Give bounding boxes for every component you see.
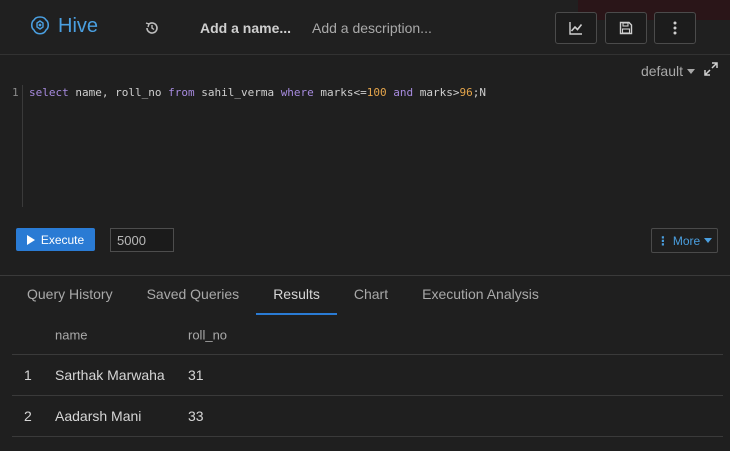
editor-gutter: 1 xyxy=(10,85,23,207)
execute-button-label: Execute xyxy=(40,232,85,247)
sql-text: ;N xyxy=(472,86,487,99)
sql-keyword: and xyxy=(393,86,414,99)
hive-logo-icon xyxy=(30,16,50,35)
save-button[interactable] xyxy=(605,12,647,44)
sql-keyword: where xyxy=(280,86,314,99)
sql-number: 100 xyxy=(366,86,387,99)
more-button-label: More xyxy=(672,233,701,248)
sql-text: sahil_verma xyxy=(194,86,281,99)
tab-execution-analysis[interactable]: Execution Analysis xyxy=(405,276,556,313)
top-bar: Hive Add a name... Add a description... xyxy=(0,0,730,55)
query-description-field[interactable]: Add a description... xyxy=(312,20,432,36)
tab-results[interactable]: Results xyxy=(256,276,337,315)
cell-name: Sarthak Marwaha xyxy=(55,367,165,383)
line-number: 1 xyxy=(12,86,19,99)
column-header-name[interactable]: name xyxy=(55,328,88,343)
database-selector-label: default xyxy=(640,63,683,79)
history-icon[interactable] xyxy=(144,20,160,36)
sql-text: marks> xyxy=(413,86,460,99)
sql-text: name, roll_no xyxy=(68,86,169,99)
table-row[interactable]: 1 Sarthak Marwaha 31 xyxy=(12,355,723,396)
sql-keyword: select xyxy=(29,86,69,99)
sql-query-text[interactable]: select name, roll_no from sahil_verma wh… xyxy=(29,86,486,99)
tab-saved-queries[interactable]: Saved Queries xyxy=(130,276,257,313)
play-icon xyxy=(26,234,35,245)
results-table: name roll_no 1 Sarthak Marwaha 31 2 Aada… xyxy=(12,316,723,437)
database-selector[interactable]: default xyxy=(641,63,695,79)
app-brand[interactable]: Hive xyxy=(28,14,98,38)
tab-query-history[interactable]: Query History xyxy=(10,276,130,313)
sql-text: marks<= xyxy=(313,86,367,99)
caret-down-icon xyxy=(687,68,695,74)
chart-button[interactable] xyxy=(555,12,597,44)
more-vertical-icon xyxy=(673,21,677,35)
execute-button[interactable]: Execute xyxy=(16,228,95,251)
table-header-row: name roll_no xyxy=(12,316,723,355)
row-limit-input[interactable] xyxy=(110,228,174,252)
row-index: 1 xyxy=(24,367,32,383)
chart-icon xyxy=(569,22,583,35)
results-tabs: Query History Saved Queries Results Char… xyxy=(10,276,556,315)
save-icon xyxy=(619,21,633,35)
more-options-button[interactable] xyxy=(654,12,696,44)
sql-keyword: from xyxy=(168,86,195,99)
app-title: Hive xyxy=(58,15,99,37)
more-vertical-icon: ⋮ xyxy=(656,233,669,248)
caret-down-icon xyxy=(704,238,713,243)
expand-icon[interactable] xyxy=(704,62,718,76)
cell-name: Aadarsh Mani xyxy=(55,408,142,424)
table-row[interactable]: 2 Aadarsh Mani 33 xyxy=(12,396,723,437)
tab-chart[interactable]: Chart xyxy=(337,276,405,313)
more-button[interactable]: ⋮ More xyxy=(651,228,718,253)
row-index: 2 xyxy=(24,408,32,424)
column-header-roll-no[interactable]: roll_no xyxy=(188,328,227,343)
cell-roll-no: 33 xyxy=(188,408,204,424)
cell-roll-no: 31 xyxy=(188,367,204,383)
query-name-field[interactable]: Add a name... xyxy=(200,20,291,36)
sql-number: 96 xyxy=(459,86,473,99)
